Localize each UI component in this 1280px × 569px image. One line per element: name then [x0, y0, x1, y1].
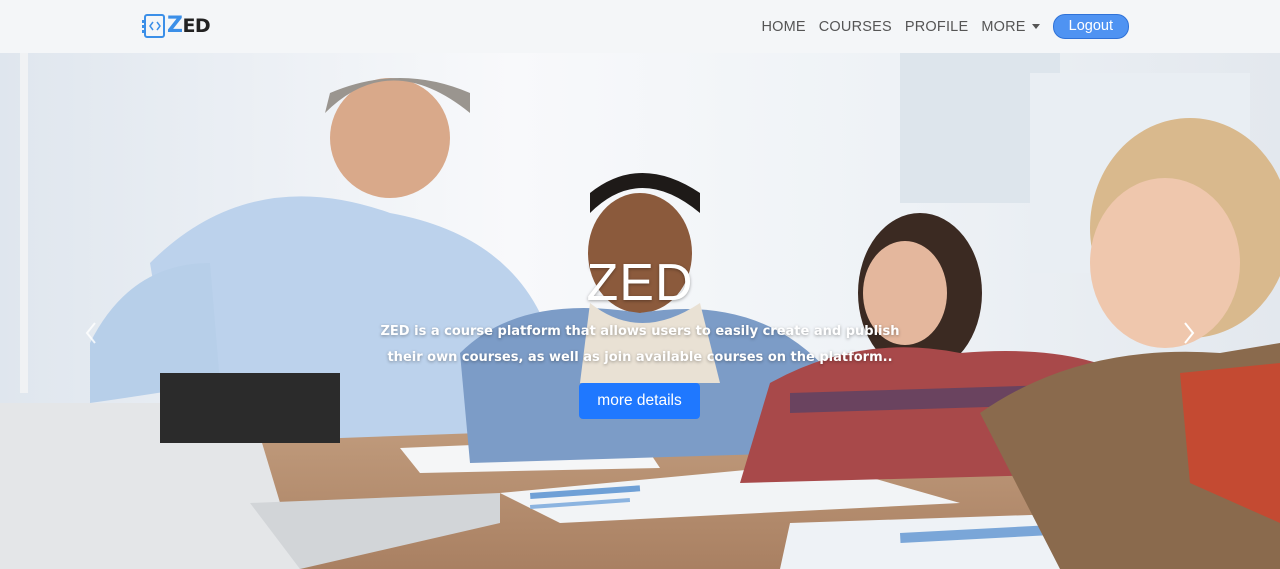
- nav-more-dropdown[interactable]: MORE: [981, 18, 1040, 35]
- carousel-prev-button[interactable]: [84, 321, 98, 345]
- caret-down-icon: [1031, 24, 1040, 30]
- hero-carousel: ZED ZED is a course platform that allows…: [0, 53, 1280, 569]
- brand-logo[interactable]: ZED: [142, 13, 211, 38]
- hero-description: ZED is a course platform that allows use…: [380, 324, 900, 365]
- nav-home-link[interactable]: HOME: [761, 19, 805, 35]
- logout-button[interactable]: Logout: [1052, 14, 1129, 39]
- nav-more-label: MORE: [981, 18, 1026, 35]
- nav-courses-link[interactable]: COURSES: [819, 19, 892, 35]
- carousel-next-button[interactable]: [1182, 321, 1196, 345]
- nav-profile-link[interactable]: PROFILE: [905, 19, 968, 35]
- hero-title: ZED: [586, 254, 694, 312]
- main-nav: HOME COURSES PROFILE MORE Logout: [748, 14, 1129, 39]
- chevron-right-icon: [1184, 322, 1195, 344]
- code-notebook-icon: [142, 13, 165, 38]
- more-details-button[interactable]: more details: [579, 383, 700, 419]
- top-navbar: ZED HOME COURSES PROFILE MORE Logout: [0, 0, 1280, 53]
- chevron-left-icon: [85, 322, 96, 344]
- brand-name: ZED: [167, 13, 211, 38]
